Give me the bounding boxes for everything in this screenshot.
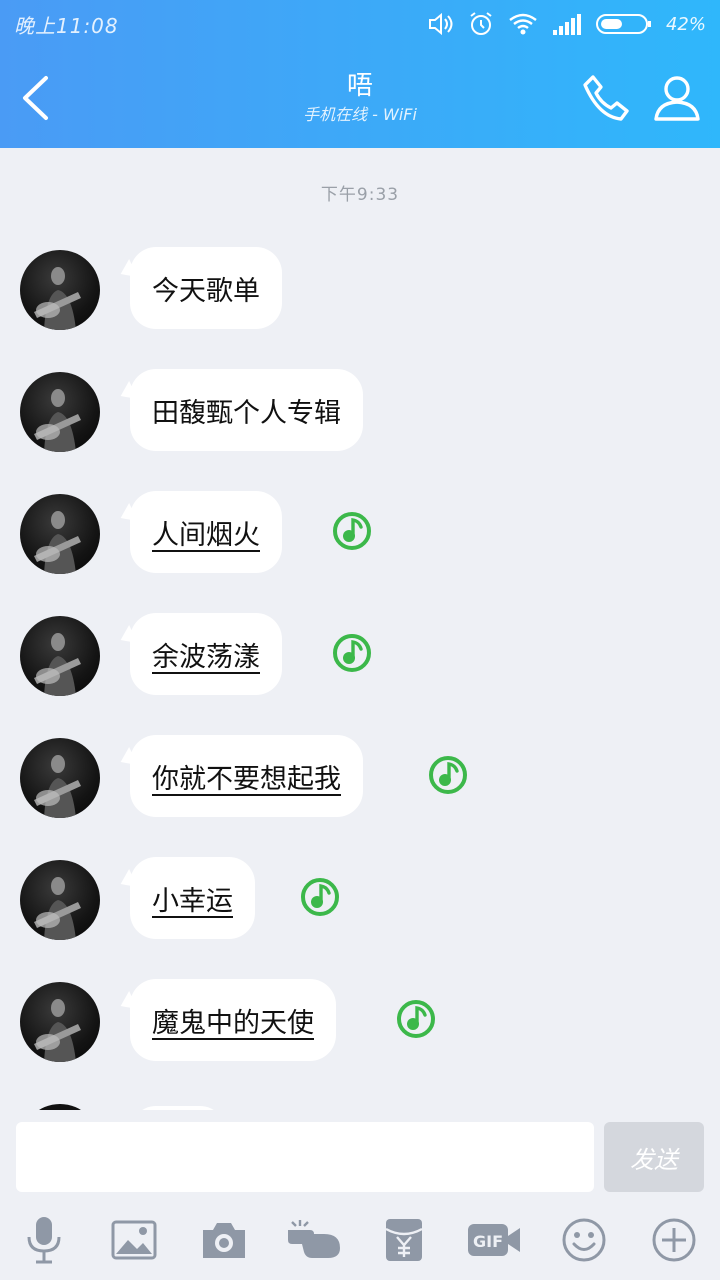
avatar[interactable] [20,616,100,696]
wifi-icon [509,13,537,35]
message-row: 人间烟火 [0,491,720,577]
message-input[interactable] [16,1122,594,1192]
song-link-bubble[interactable]: 你就不要想起我 [130,735,363,817]
message-row: 余波荡漾 [0,613,720,699]
image-icon [111,1220,157,1260]
back-arrow-icon [23,76,48,120]
send-button[interactable]: 发送 [604,1122,704,1192]
poke-button[interactable] [284,1210,344,1270]
battery-percent: 42% [665,13,706,35]
message-bubble[interactable]: 田馥甄个人专辑 [130,369,363,451]
gif-icon: GIF [468,1224,520,1256]
back-button[interactable] [10,70,60,126]
red-packet-icon [385,1219,423,1261]
more-button[interactable] [644,1210,704,1270]
battery-icon [595,14,651,34]
message-bubble[interactable]: 今天歌单 [130,247,282,329]
plus-icon [652,1218,696,1262]
song-link-bubble[interactable]: 人间烟火 [130,491,282,573]
microphone-icon [27,1217,61,1264]
red-packet-button[interactable] [374,1210,434,1270]
song-link-bubble[interactable]: 余波荡漾 [130,613,282,695]
volume-icon [428,12,453,36]
song-title: 余波荡漾 [152,641,260,673]
status-bar: 晚上11:08 42% [0,0,720,48]
message-row: 小幸运 [0,857,720,943]
avatar[interactable] [20,738,100,818]
song-title: 魔鬼中的天使 [152,1007,314,1039]
avatar[interactable] [20,250,100,330]
composer: 发送 GIF [0,1110,720,1280]
camera-button[interactable] [194,1210,254,1270]
signal-icon [552,14,581,35]
avatar[interactable] [20,494,100,574]
message-row: 魔鬼中的天使 [0,979,720,1065]
message-timestamp: 下午9:33 [320,185,400,205]
svg-text:GIF: GIF [473,1232,503,1251]
camera-icon [203,1223,245,1258]
avatar[interactable] [20,860,100,940]
status-icons: 42% [428,8,706,40]
emoji-icon [562,1218,606,1262]
emoji-button[interactable] [554,1210,614,1270]
avatar[interactable] [20,372,100,452]
qq-music-icon[interactable] [300,877,340,917]
song-title: 人间烟火 [152,519,260,551]
message-row: 今天歌单 [0,247,720,333]
song-title: 你就不要想起我 [152,763,341,795]
chat-header: 晚上11:08 42% 唔 手机在线 - WiFi [0,0,720,148]
call-button[interactable] [578,70,634,126]
profile-icon [654,76,700,121]
message-row: 田馥甄个人专辑 [0,369,720,455]
song-link-bubble[interactable]: 魔鬼中的天使 [130,979,336,1061]
poke-hand-icon [288,1220,340,1258]
alarm-icon [470,12,492,35]
title-block: 唔 手机在线 - WiFi [200,70,520,126]
qq-music-icon[interactable] [428,755,468,795]
online-status: 手机在线 - WiFi [303,105,417,124]
song-title: 小幸运 [152,885,233,917]
qq-music-icon[interactable] [332,633,372,673]
profile-button[interactable] [648,70,706,126]
message-row: 你就不要想起我 [0,735,720,821]
message-text: 田馥甄个人专辑 [152,397,341,429]
input-toolbar: GIF [0,1210,720,1270]
chat-area[interactable]: 下午9:33 今天歌单 田馥甄个人专辑 人间烟火 余波荡漾 你就不要想起我 小幸… [0,148,720,1120]
qq-music-icon[interactable] [332,511,372,551]
message-text: 今天歌单 [152,275,260,307]
chat-title: 唔 [346,71,373,101]
qq-music-icon[interactable] [396,999,436,1039]
voice-button[interactable] [14,1210,74,1270]
status-time: 晚上11:08 [14,14,119,38]
song-link-bubble[interactable]: 小幸运 [130,857,255,939]
nav-bar: 唔 手机在线 - WiFi [0,48,720,148]
avatar[interactable] [20,982,100,1062]
photo-button[interactable] [104,1210,164,1270]
gif-button[interactable]: GIF [464,1210,524,1270]
phone-icon [583,75,629,121]
